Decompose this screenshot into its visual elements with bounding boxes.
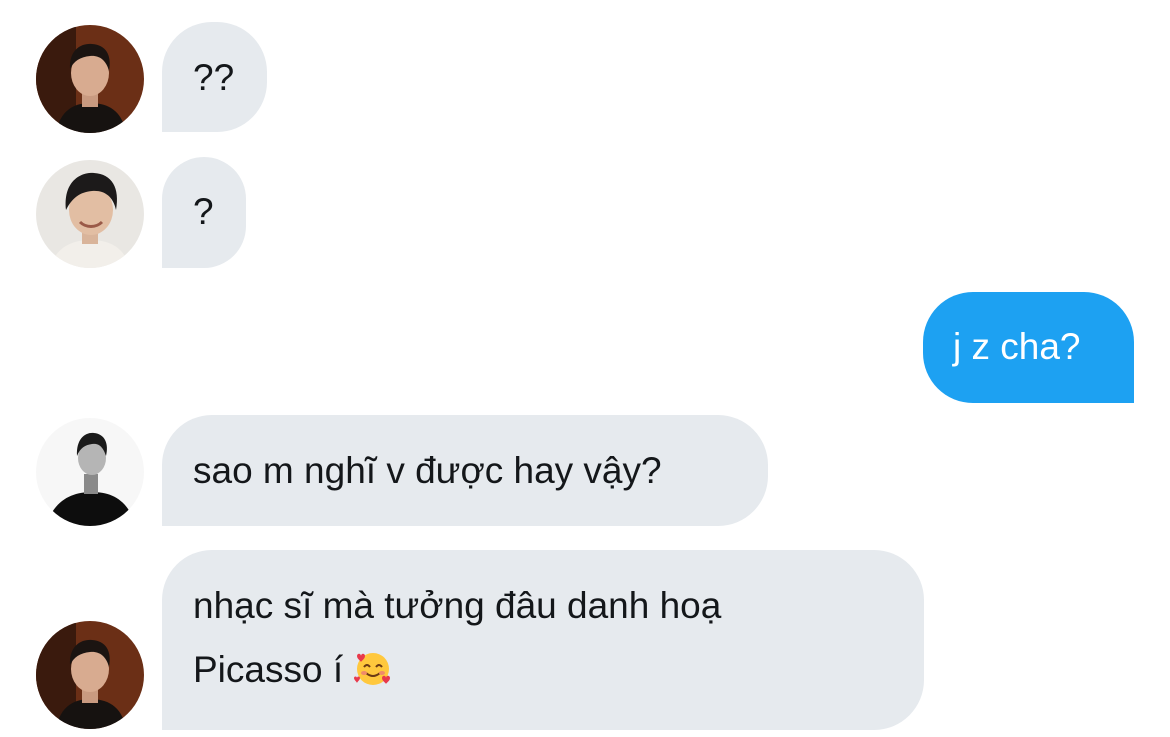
message-bubble[interactable]: sao m nghĩ v được hay vậy? xyxy=(162,415,768,526)
profile-photo-icon xyxy=(36,418,144,526)
message-bubble[interactable]: j z cha? xyxy=(923,292,1134,403)
avatar[interactable] xyxy=(36,418,144,526)
message-text: sao m nghĩ v được hay vậy? xyxy=(193,450,662,491)
message-bubble[interactable]: ?? xyxy=(162,22,267,132)
message-text-line-2: Picasso í xyxy=(193,638,924,702)
profile-photo-icon xyxy=(36,25,144,133)
message-bubble[interactable]: ? xyxy=(162,157,246,268)
avatar[interactable] xyxy=(36,25,144,133)
message-text: j z cha? xyxy=(953,326,1081,367)
avatar[interactable] xyxy=(36,621,144,729)
message-text: ?? xyxy=(193,57,235,98)
smiling-face-with-hearts-emoji-icon xyxy=(354,653,391,685)
message-text-line-2-text: Picasso í xyxy=(193,649,344,690)
message-bubble[interactable]: nhạc sĩ mà tưởng đâu danh hoạ Picasso í xyxy=(162,550,924,730)
message-text: ? xyxy=(193,191,214,232)
message-text-line-1: nhạc sĩ mà tưởng đâu danh hoạ xyxy=(193,585,722,626)
profile-photo-icon xyxy=(36,621,144,729)
avatar[interactable] xyxy=(36,160,144,268)
profile-photo-icon xyxy=(36,160,144,268)
